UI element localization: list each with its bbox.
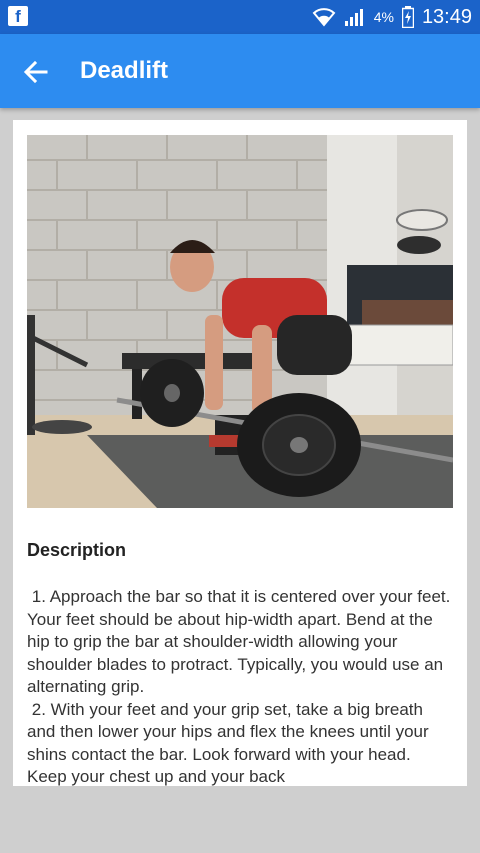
description-text: 1. Approach the bar so that it is center… <box>27 587 451 786</box>
signal-icon <box>344 9 363 26</box>
arrow-left-icon <box>23 60 48 84</box>
status-indicators: 4% 13:49 <box>312 0 472 34</box>
exercise-image <box>27 135 453 508</box>
wifi-icon <box>312 8 336 27</box>
battery-percent: 4% <box>373 9 394 25</box>
status-time: 13:49 <box>421 5 472 28</box>
exercise-card: Description 1. Approach the bar so that … <box>13 120 467 786</box>
battery-charging-icon <box>401 6 414 28</box>
page-title: Deadlift <box>80 57 169 84</box>
app-bar: Deadlift <box>0 34 480 108</box>
status-bar: f 4% 13:49 <box>0 0 480 34</box>
description-heading: Description <box>27 540 127 560</box>
back-button[interactable] <box>20 56 52 88</box>
facebook-icon: f <box>8 6 28 26</box>
